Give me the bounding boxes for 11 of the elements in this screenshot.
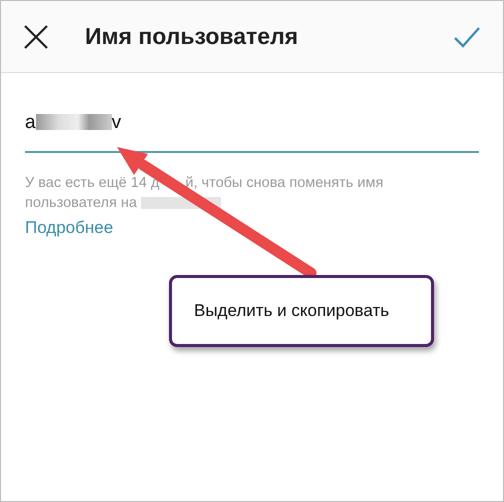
username-end: v (112, 111, 122, 135)
hint-text: У вас есть ещё 14 д (25, 174, 160, 193)
hint-text: пользователя на (25, 194, 137, 213)
callout-text: Выделить и скопировать (194, 300, 390, 322)
hint-text: й, чтобы снова поменять имя (185, 174, 384, 193)
screen-title: Имя пользователя (85, 22, 298, 52)
check-icon[interactable] (453, 26, 481, 48)
close-icon[interactable] (23, 24, 49, 50)
username-start: a (25, 111, 36, 135)
learn-more-link[interactable]: Подробнее (25, 215, 114, 240)
username-field[interactable]: a v (25, 109, 479, 153)
